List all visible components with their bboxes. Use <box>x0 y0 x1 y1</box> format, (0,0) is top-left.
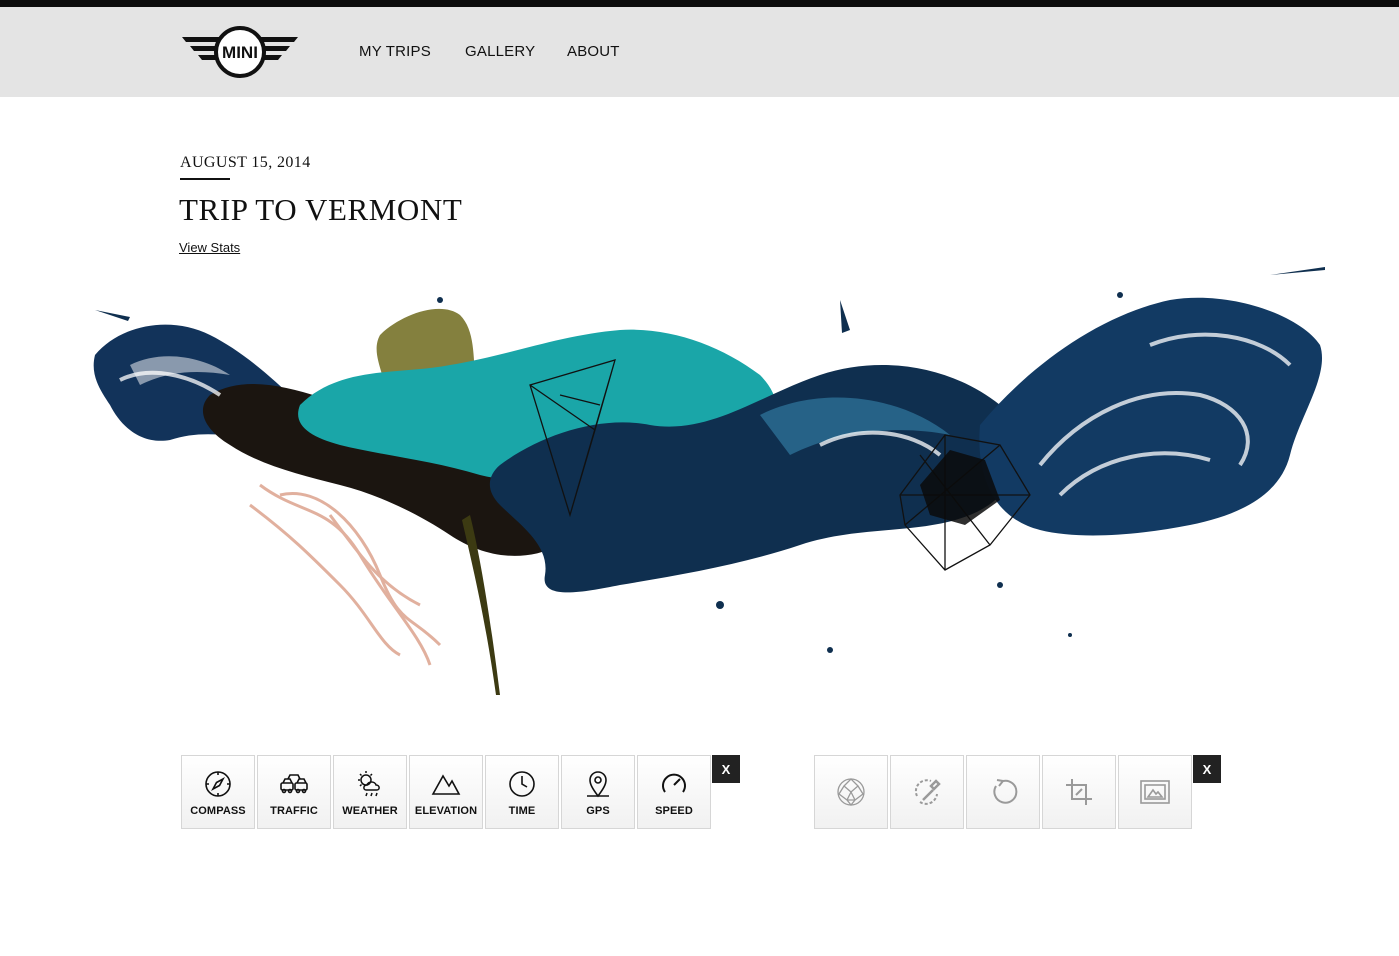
close-data-toolbar-button[interactable]: X <box>712 755 740 783</box>
clock-icon <box>509 770 535 797</box>
crop-icon <box>1066 779 1092 805</box>
data-layer-toolbar: COMPASS TRAFFIC WEATHER ELEVATION TIME G… <box>181 755 713 830</box>
map-pin-icon <box>587 770 609 797</box>
time-label: TIME <box>508 804 536 817</box>
image-frame-icon <box>1140 780 1170 804</box>
weather-button[interactable]: WEATHER <box>333 755 407 829</box>
crop-button[interactable] <box>1042 755 1116 829</box>
gps-label: GPS <box>586 804 610 817</box>
elevation-icon <box>431 773 461 795</box>
time-button[interactable]: TIME <box>485 755 559 829</box>
compass-button[interactable]: COMPASS <box>181 755 255 829</box>
date-underline <box>180 178 230 180</box>
color-picker-button[interactable] <box>890 755 964 829</box>
nav-about[interactable]: ABOUT <box>567 43 620 60</box>
navy-swirl-right <box>979 297 1323 536</box>
elevation-label: ELEVATION <box>414 804 478 817</box>
geodesic-sphere-icon <box>837 778 865 807</box>
logo-text: MINI <box>222 43 258 62</box>
compass-label: COMPASS <box>190 804 246 817</box>
compass-icon <box>205 770 231 797</box>
site-header: MINI MY TRIPS GALLERY ABOUT <box>0 7 1399 97</box>
edit-toolbar <box>814 755 1194 830</box>
close-edit-toolbar-button[interactable]: X <box>1193 755 1221 783</box>
gps-button[interactable]: GPS <box>561 755 635 829</box>
rotate-icon <box>993 779 1018 804</box>
speed-label: SPEED <box>655 804 693 817</box>
weather-label: WEATHER <box>342 804 398 817</box>
speed-button[interactable]: SPEED <box>637 755 711 829</box>
rotate-button[interactable] <box>966 755 1040 829</box>
traffic-label: TRAFFIC <box>270 804 318 817</box>
image-frame-button[interactable] <box>1118 755 1192 829</box>
weather-icon <box>358 770 380 796</box>
nav-gallery[interactable]: GALLERY <box>465 43 535 60</box>
trip-title: TRIP TO VERMONT <box>179 192 463 227</box>
elevation-button[interactable]: ELEVATION <box>409 755 483 829</box>
speedometer-icon <box>662 773 686 793</box>
nav-my-trips[interactable]: MY TRIPS <box>359 43 431 60</box>
view-stats-link[interactable]: View Stats <box>179 240 240 255</box>
color-picker-icon <box>914 779 941 805</box>
top-bar <box>0 0 1399 7</box>
trip-date: AUGUST 15, 2014 <box>180 154 311 171</box>
traffic-button[interactable]: TRAFFIC <box>257 755 331 829</box>
traffic-icon <box>280 773 308 793</box>
mini-logo[interactable]: MINI <box>180 25 300 81</box>
style-button[interactable] <box>814 755 888 829</box>
trip-artwork <box>93 267 1325 695</box>
